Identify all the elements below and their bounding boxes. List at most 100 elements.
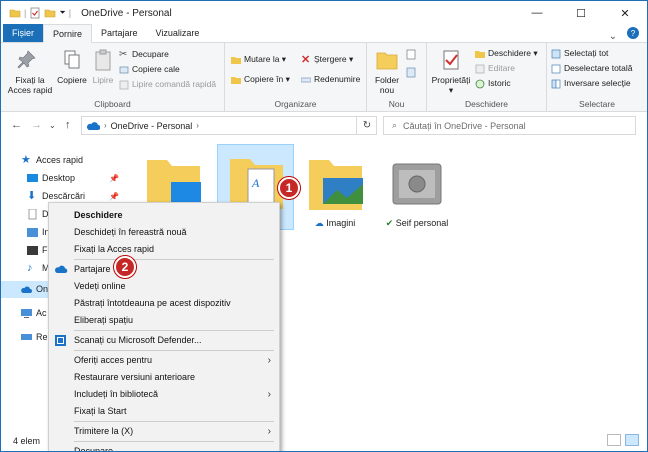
select-none-button[interactable]: Deselectare totală [551,62,633,75]
menu-item-share[interactable]: Partajare [49,261,279,278]
tab-file[interactable]: Fișier [3,24,43,42]
new-folder-icon [376,52,398,70]
sidebar-item-this-pc[interactable]: Ac [21,305,47,322]
synced-status-icon: ✔ [385,218,396,228]
pictures-folder-icon [309,160,363,210]
details-view-icon[interactable] [607,434,621,446]
menu-item-always-keep[interactable]: Păstrați întotdeauna pe acest dispozitiv [49,295,279,312]
ribbon-tabs: Fișier Pornire Partajare Vizualizare ⌄ ? [1,24,647,43]
minimize-button[interactable]: — [515,1,559,25]
up-arrow-icon[interactable]: ↑ [65,119,71,131]
forward-arrow-icon[interactable]: → [31,119,42,131]
folder-icon [9,9,21,18]
select-none-icon [551,64,561,73]
menu-separator [74,421,274,422]
menu-separator [74,441,274,442]
pin-icon: 📌 [109,192,119,201]
copy-icon [64,50,80,69]
menu-separator [74,330,274,331]
defender-icon [55,335,66,346]
sidebar-item-documents[interactable]: D [27,206,49,223]
copy-path-button[interactable]: Copiere cale [119,63,180,76]
menu-item-include-library[interactable]: Includeți în bibliotecă › [49,386,279,403]
menu-item-restore-versions[interactable]: Restaurare versiuni anterioare [49,369,279,386]
pin-quick-access-button[interactable]: Fixați la Acces rapid [7,49,53,95]
invert-selection-icon [551,79,561,88]
scissors-icon: ✂ [119,48,128,60]
new-folder-button[interactable]: Folder nou [369,49,405,95]
sidebar-item-quick-access[interactable]: ★ Acces rapid [21,152,83,169]
paste-shortcut-button[interactable]: Lipire comandă rapidă [119,78,216,91]
sidebar-item-music[interactable]: ♪ M [27,260,50,277]
address-bar[interactable]: › OneDrive - Personal › [81,116,377,135]
cut-button[interactable]: ✂ Decupare [119,48,169,61]
search-input[interactable]: ⌕ Căutați în OneDrive - Personal [383,116,636,135]
menu-item-open-new-window[interactable]: Deschideți în fereastră nouă [49,224,279,241]
annotation-badge-2: 2 [114,256,136,278]
sidebar-item-files[interactable]: Fi [27,242,50,259]
menu-separator [74,350,274,351]
open-button[interactable]: Deschidere ▾ [475,47,538,60]
rename-icon [301,77,311,82]
menu-item-pin-quick-access[interactable]: Fixați la Acces rapid [49,241,279,258]
menu-item-free-space[interactable]: Eliberați spațiu [49,312,279,329]
copy-button[interactable]: Copiere [55,49,89,85]
close-button[interactable]: ✕ [603,1,647,25]
back-arrow-icon[interactable]: ← [11,119,22,131]
properties-button[interactable]: Proprietăți ▾ [429,49,473,95]
menu-item-defender-scan[interactable]: Scanați cu Microsoft Defender... [49,332,279,349]
edit-button[interactable]: Editare [475,62,515,75]
menu-item-pin-start[interactable]: Fixați la Start [49,403,279,420]
svg-text:A: A [251,176,260,190]
recent-locations-icon[interactable]: ⌄ [49,121,56,130]
select-all-button[interactable]: Selectați tot [551,47,608,60]
edit-icon [475,64,485,73]
documents-icon [28,209,37,220]
paste-button[interactable]: Lipire [89,49,117,85]
menu-item-cut[interactable]: Decupare [49,443,279,451]
path-icon [119,66,129,73]
menu-item-send-to[interactable]: Trimitere la (X) › [49,423,279,440]
new-folder-icon[interactable] [44,7,56,19]
properties-icon[interactable] [29,7,41,19]
history-button[interactable]: Istoric [475,77,511,90]
sidebar-item-desktop[interactable]: Desktop [27,170,75,187]
maximize-button[interactable]: ☐ [559,1,603,25]
star-icon: ★ [21,154,31,166]
shortcut-icon [119,80,129,89]
large-icons-view-icon[interactable] [625,434,639,446]
move-to-button[interactable]: Mutare la ▾ [231,53,286,66]
file-label-seif: ✔ Seif personal [385,218,449,228]
tab-view[interactable]: Vizualizare [147,24,209,42]
window-title: OneDrive - Personal [81,7,172,19]
search-icon: ⌕ [392,120,398,130]
pin-icon: 📌 [109,174,119,183]
context-menu: Deschidere Deschideți în fereastră nouă … [48,202,280,451]
tab-home[interactable]: Pornire [43,24,93,43]
refresh-button[interactable]: ↻ [356,116,377,135]
sidebar-item-pictures[interactable]: In [27,224,50,241]
help-icon[interactable]: ? [627,27,639,39]
delete-button[interactable]: ✕ Ștergere ▾ [301,53,353,66]
new-item-icon[interactable] [405,49,419,61]
address-area: ← → ⌄ ↑ › OneDrive - Personal › ↻ ⌕ Căut… [1,112,647,140]
onedrive-icon [21,286,32,293]
chevron-right-icon: › [267,389,271,400]
copy-to-button[interactable]: Copiere în ▾ [231,73,290,86]
menu-item-view-online[interactable]: Vedeți online [49,278,279,295]
title-bar: | ⏷ | OneDrive - Personal — ☐ ✕ [1,1,647,25]
sidebar-item-network[interactable]: Re [21,329,48,346]
move-folder-icon [231,56,241,64]
delete-icon: ✕ [301,53,311,66]
vault-icon [392,163,442,205]
customize-qat-icon[interactable]: ⏷ [59,8,65,18]
menu-item-give-access[interactable]: Oferiți acces pentru › [49,352,279,369]
easy-access-icon[interactable] [405,67,419,79]
cloud-status-icon: ☁ [314,218,327,228]
expand-ribbon-icon[interactable]: ⌄ [609,31,617,42]
menu-item-open[interactable]: Deschidere [49,207,279,224]
rename-button[interactable]: Redenumire [301,73,360,86]
tab-share[interactable]: Partajare [92,24,147,42]
invert-selection-button[interactable]: Inversare selecție [551,77,631,90]
onedrive-icon [87,121,100,130]
